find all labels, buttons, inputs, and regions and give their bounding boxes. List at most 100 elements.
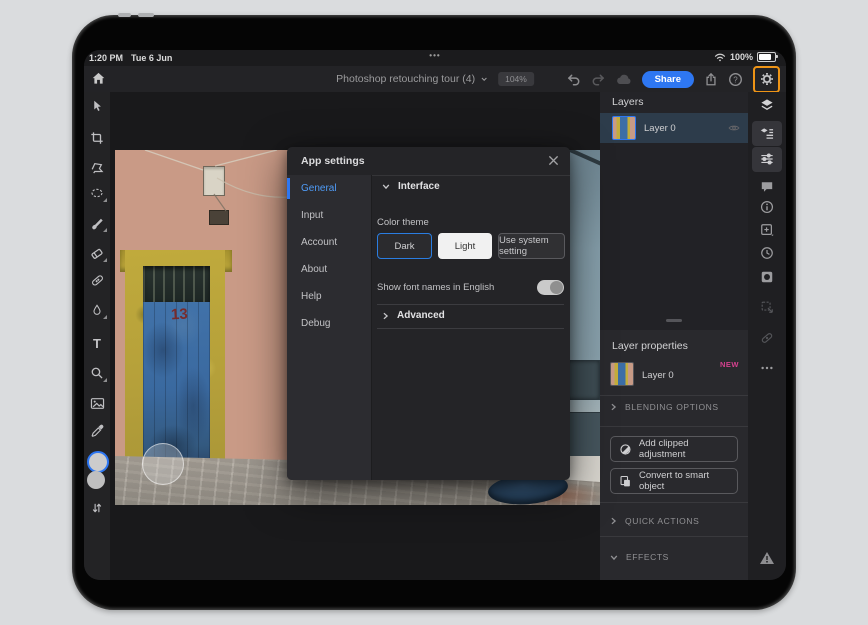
tool-place-image[interactable] [87,393,107,413]
touch-cursor [142,443,184,485]
foreground-color-swatch[interactable] [87,451,109,473]
chevron-down-icon [382,184,390,190]
multitask-indicator-icon[interactable]: ••• [429,51,440,60]
nav-item-about[interactable]: About [287,256,371,283]
tool-spot-heal[interactable] [87,363,107,383]
top-toolbar: Photoshop retouching tour (4) 104% Share… [84,65,786,93]
convert-smart-object-button[interactable]: Convert to smart object [610,468,738,494]
desktop-background: 1:20 PM Tue 6 Jun ••• 100% Photoshop ret [0,0,868,625]
color-theme-label: Color theme [377,217,429,228]
app-screen: 1:20 PM Tue 6 Jun ••• 100% Photoshop ret [84,50,786,580]
nav-item-account[interactable]: Account [287,229,371,256]
quick-actions-header[interactable]: QUICK ACTIONS [610,516,699,526]
photo-junction-box [209,210,229,225]
nav-item-general[interactable]: General [287,175,371,202]
chevron-right-icon [611,517,617,525]
effects-header[interactable]: EFFECTS [610,552,669,562]
layer-row-selected[interactable]: Layer 0 [600,113,748,143]
warning-icon[interactable] [759,551,775,565]
tool-healing-brush[interactable] [87,270,107,290]
theme-system-button[interactable]: Use system setting [498,233,565,259]
tool-swap-colors[interactable] [87,498,107,518]
battery-percent: 100% [729,52,753,62]
undo-button[interactable] [566,73,581,86]
status-time: 1:20 PM [89,53,124,63]
tool-crop[interactable] [87,128,107,148]
close-icon[interactable] [548,155,559,166]
tool-eyedropper[interactable] [87,421,107,441]
status-bar: 1:20 PM Tue 6 Jun ••• 100% [84,50,786,66]
info-panel-icon[interactable] [760,200,774,214]
layer-name: Layer 0 [644,122,676,134]
nav-item-help[interactable]: Help [287,283,371,310]
properties-title: Layer properties [612,340,688,352]
comments-panel-icon[interactable] [760,181,774,194]
tool-ellipse-select[interactable] [87,183,107,203]
nav-item-input[interactable]: Input [287,202,371,229]
settings-gear-highlight[interactable] [753,65,780,93]
divider [377,328,564,329]
status-date: Tue 6 Jun [131,53,173,63]
chevron-right-icon [611,403,617,411]
adjustment-icon [620,443,631,455]
cloud-sync-icon[interactable] [616,73,632,85]
app-settings-dialog: App settings General Input Account About… [287,147,570,480]
export-icon[interactable] [704,72,718,87]
layer-visibility-eye-icon[interactable] [728,123,740,133]
svg-text:?: ? [733,75,738,84]
layer-properties-panel-icon[interactable] [760,126,775,140]
document-title[interactable]: Photoshop retouching tour (4) [336,73,488,85]
dialog-title: App settings [301,155,365,167]
tool-type[interactable]: T [87,333,107,353]
tool-eraser[interactable] [87,243,107,263]
volume-button-down [138,13,154,17]
toggle-knob [550,281,563,294]
chevron-right-icon [383,312,389,319]
font-names-toggle[interactable] [537,280,564,295]
photo-door-transom [143,266,210,302]
theme-dark-button[interactable]: Dark [377,233,432,259]
tool-fill[interactable] [87,300,107,320]
layers-panel-title: Layers [612,96,644,108]
properties-layer-name: Layer 0 [642,370,674,381]
retouch-panel-icon[interactable] [760,331,774,345]
mask-panel-icon[interactable] [760,270,774,284]
properties-layer-thumbnail [610,362,634,386]
layers-panel-icon[interactable] [760,98,775,112]
layers-list-area[interactable] [600,143,748,330]
redo-button[interactable] [591,73,606,86]
panel-resize-handle[interactable] [666,319,682,322]
help-icon[interactable]: ? [728,72,743,87]
zoom-level-badge[interactable]: 104% [498,72,534,86]
advanced-section-header[interactable]: Advanced [382,310,445,321]
wifi-icon [714,52,726,62]
door-number: 13 [170,305,189,324]
dialog-nav: General Input Account About Help Debug [287,175,372,480]
battery-icon [757,52,778,62]
theme-options: Dark Light Use system setting [377,233,565,259]
tool-brush[interactable] [87,213,107,233]
gear-icon [760,73,773,85]
tool-polygon-lasso[interactable] [87,158,107,178]
adjustments-panel-icon[interactable] [760,153,774,166]
background-color-swatch[interactable] [87,471,105,489]
share-button[interactable]: Share [641,70,694,88]
chevron-down-icon [481,77,487,81]
blending-options-header[interactable]: BLENDING OPTIONS [610,402,719,412]
theme-light-button[interactable]: Light [438,233,492,259]
right-panel: Layers Layer 0 Layer properties Layer 0 … [600,92,748,580]
dialog-header: App settings [287,147,570,176]
divider [600,502,748,503]
history-panel-icon[interactable] [760,246,774,260]
document-title-text: Photoshop retouching tour (4) [336,73,476,85]
add-clipped-adjustment-button[interactable]: Add clipped adjustment [610,436,738,462]
tool-move[interactable] [87,96,107,116]
home-icon[interactable] [91,71,106,86]
chevron-down-icon [610,554,618,560]
interface-section-header[interactable]: Interface [382,181,440,192]
more-panels-icon[interactable] [760,365,774,371]
transform-panel-icon[interactable] [760,300,774,314]
add-panel-icon[interactable] [760,223,774,237]
nav-item-debug[interactable]: Debug [287,310,371,337]
panel-icon-strip [748,92,786,580]
